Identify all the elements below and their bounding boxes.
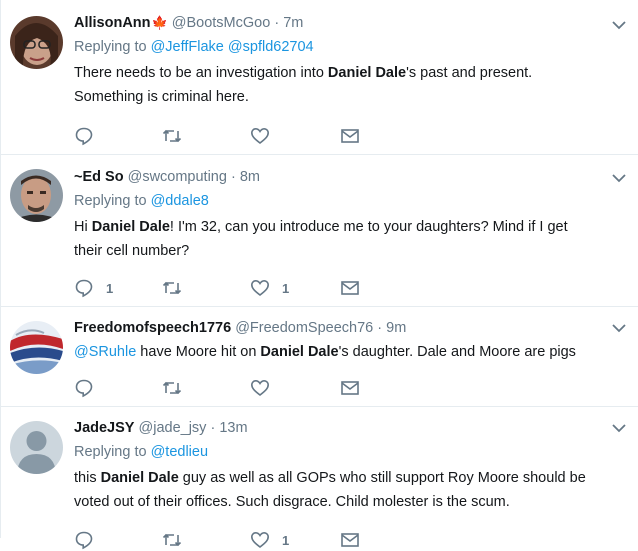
direct-message-button[interactable] — [340, 377, 360, 399]
mention-link[interactable]: @SRuhle — [74, 344, 136, 360]
mention-link[interactable]: @tedlieu — [151, 444, 208, 460]
retweet-icon — [162, 281, 182, 295]
direct-message-button[interactable] — [340, 277, 360, 299]
user-handle[interactable]: @BootsMcGoo — [172, 15, 271, 31]
tweet-feed: AllisonAnn🍁 @BootsMcGoo · 7m Replying to… — [0, 0, 638, 550]
avatar[interactable] — [10, 421, 63, 474]
chevron-down-icon[interactable] — [610, 169, 628, 187]
reply-icon — [75, 379, 93, 398]
text-segment: guy as well as all GOPs who still suppor… — [178, 470, 586, 486]
replying-to: Replying to @ddale8 — [74, 191, 624, 211]
highlight-text: Daniel Dale — [327, 65, 407, 81]
user-handle[interactable]: @swcomputing — [128, 169, 227, 185]
text-segment: voted out of their offices. Such disgrac… — [74, 494, 510, 510]
chevron-down-icon[interactable] — [610, 419, 628, 437]
replying-prefix: Replying to — [74, 39, 147, 55]
retweet-button[interactable] — [162, 377, 182, 399]
text-segment: Hi — [74, 219, 92, 235]
display-name[interactable]: Freedomofspeech1776 — [74, 320, 231, 336]
avatar[interactable] — [10, 169, 63, 222]
reply-icon — [75, 127, 93, 146]
tweet[interactable]: ~Ed So @swcomputing · 8m Replying to @dd… — [1, 155, 638, 307]
separator-dot: · — [377, 320, 383, 336]
heart-icon — [250, 379, 270, 397]
like-count: 1 — [282, 532, 290, 548]
heart-icon — [250, 531, 270, 549]
text-segment: Something is criminal here. — [74, 89, 249, 105]
chevron-down-icon[interactable] — [610, 319, 628, 337]
tweet[interactable]: AllisonAnn🍁 @BootsMcGoo · 7m Replying to… — [1, 0, 638, 155]
separator-dot: · — [210, 420, 216, 436]
mention-link[interactable]: @spfld62704 — [228, 39, 314, 55]
separator-dot: · — [230, 169, 236, 185]
replying-to: Replying to @JeffFlake @spfld62704 — [74, 37, 624, 57]
tweet-text: Hi Daniel Dale! I'm 32, can you introduc… — [74, 215, 624, 263]
avatar[interactable] — [10, 16, 63, 69]
reply-button[interactable] — [74, 529, 106, 551]
display-name[interactable]: JadeJSY — [74, 420, 134, 436]
mention-link[interactable]: @ddale8 — [151, 193, 209, 209]
maple-leaf-icon: 🍁 — [151, 15, 168, 30]
tweet[interactable]: Freedomofspeech1776 @FreedomSpeech76 · 9… — [1, 307, 638, 407]
chevron-down-icon[interactable] — [610, 16, 628, 34]
timestamp[interactable]: 7m — [283, 15, 303, 31]
replying-prefix: Replying to — [74, 444, 147, 460]
like-button[interactable] — [250, 377, 282, 399]
timestamp[interactable]: 8m — [240, 169, 260, 185]
like-button[interactable]: 1 — [250, 529, 289, 551]
text-segment: 's past and present. — [406, 65, 533, 81]
retweet-icon — [162, 129, 182, 143]
tweet-text: @SRuhle have Moore hit on Daniel Dale's … — [74, 340, 624, 364]
tweet[interactable]: JadeJSY @jade_jsy · 13m Replying to @ted… — [1, 407, 638, 550]
timestamp[interactable]: 13m — [219, 420, 247, 436]
display-name[interactable]: AllisonAnn — [74, 15, 151, 31]
default-avatar-icon — [10, 421, 63, 474]
heart-icon — [250, 279, 270, 297]
retweet-button[interactable] — [162, 529, 182, 551]
like-button[interactable]: 1 — [250, 277, 289, 299]
highlight-text: Daniel Dale — [260, 344, 339, 360]
retweet-icon — [162, 533, 182, 547]
text-segment: ! I'm 32, can you introduce me to your d… — [169, 219, 568, 235]
reply-button[interactable] — [74, 377, 106, 399]
replying-prefix: Replying to — [74, 193, 147, 209]
direct-message-button[interactable] — [340, 125, 360, 147]
text-segment: this — [74, 470, 101, 486]
tweet-text: this Daniel Dale guy as well as all GOPs… — [74, 466, 624, 514]
envelope-icon — [341, 533, 359, 547]
retweet-button[interactable] — [162, 277, 182, 299]
reply-icon — [75, 531, 93, 550]
text-segment: have Moore hit on — [136, 344, 261, 360]
heart-icon — [250, 127, 270, 145]
timestamp[interactable]: 9m — [386, 320, 406, 336]
direct-message-button[interactable] — [340, 529, 360, 551]
envelope-icon — [341, 381, 359, 395]
user-handle[interactable]: @FreedomSpeech76 — [235, 320, 373, 336]
reply-button[interactable]: 1 — [74, 277, 113, 299]
reply-icon — [75, 279, 93, 298]
user-handle[interactable]: @jade_jsy — [139, 420, 207, 436]
highlight-text: Daniel Dale — [91, 219, 170, 235]
avatar[interactable] — [10, 321, 63, 374]
retweet-button[interactable] — [162, 125, 182, 147]
envelope-icon — [341, 281, 359, 295]
text-segment: their cell number? — [74, 243, 190, 259]
text-segment: 's daughter. Dale and Moore are pigs — [338, 344, 576, 360]
replying-to: Replying to @tedlieu — [74, 442, 624, 462]
like-count: 1 — [282, 280, 290, 296]
retweet-icon — [162, 381, 182, 395]
highlight-text: Daniel Dale — [100, 470, 179, 486]
like-button[interactable] — [250, 125, 282, 147]
reply-count: 1 — [106, 280, 114, 296]
text-segment: There needs to be an investigation into — [74, 65, 328, 81]
mention-link[interactable]: @JeffFlake — [151, 39, 224, 55]
display-name[interactable]: ~Ed So — [74, 169, 124, 185]
tweet-text: There needs to be an investigation into … — [74, 61, 624, 109]
envelope-icon — [341, 129, 359, 143]
separator-dot: · — [274, 15, 280, 31]
reply-button[interactable] — [74, 125, 106, 147]
